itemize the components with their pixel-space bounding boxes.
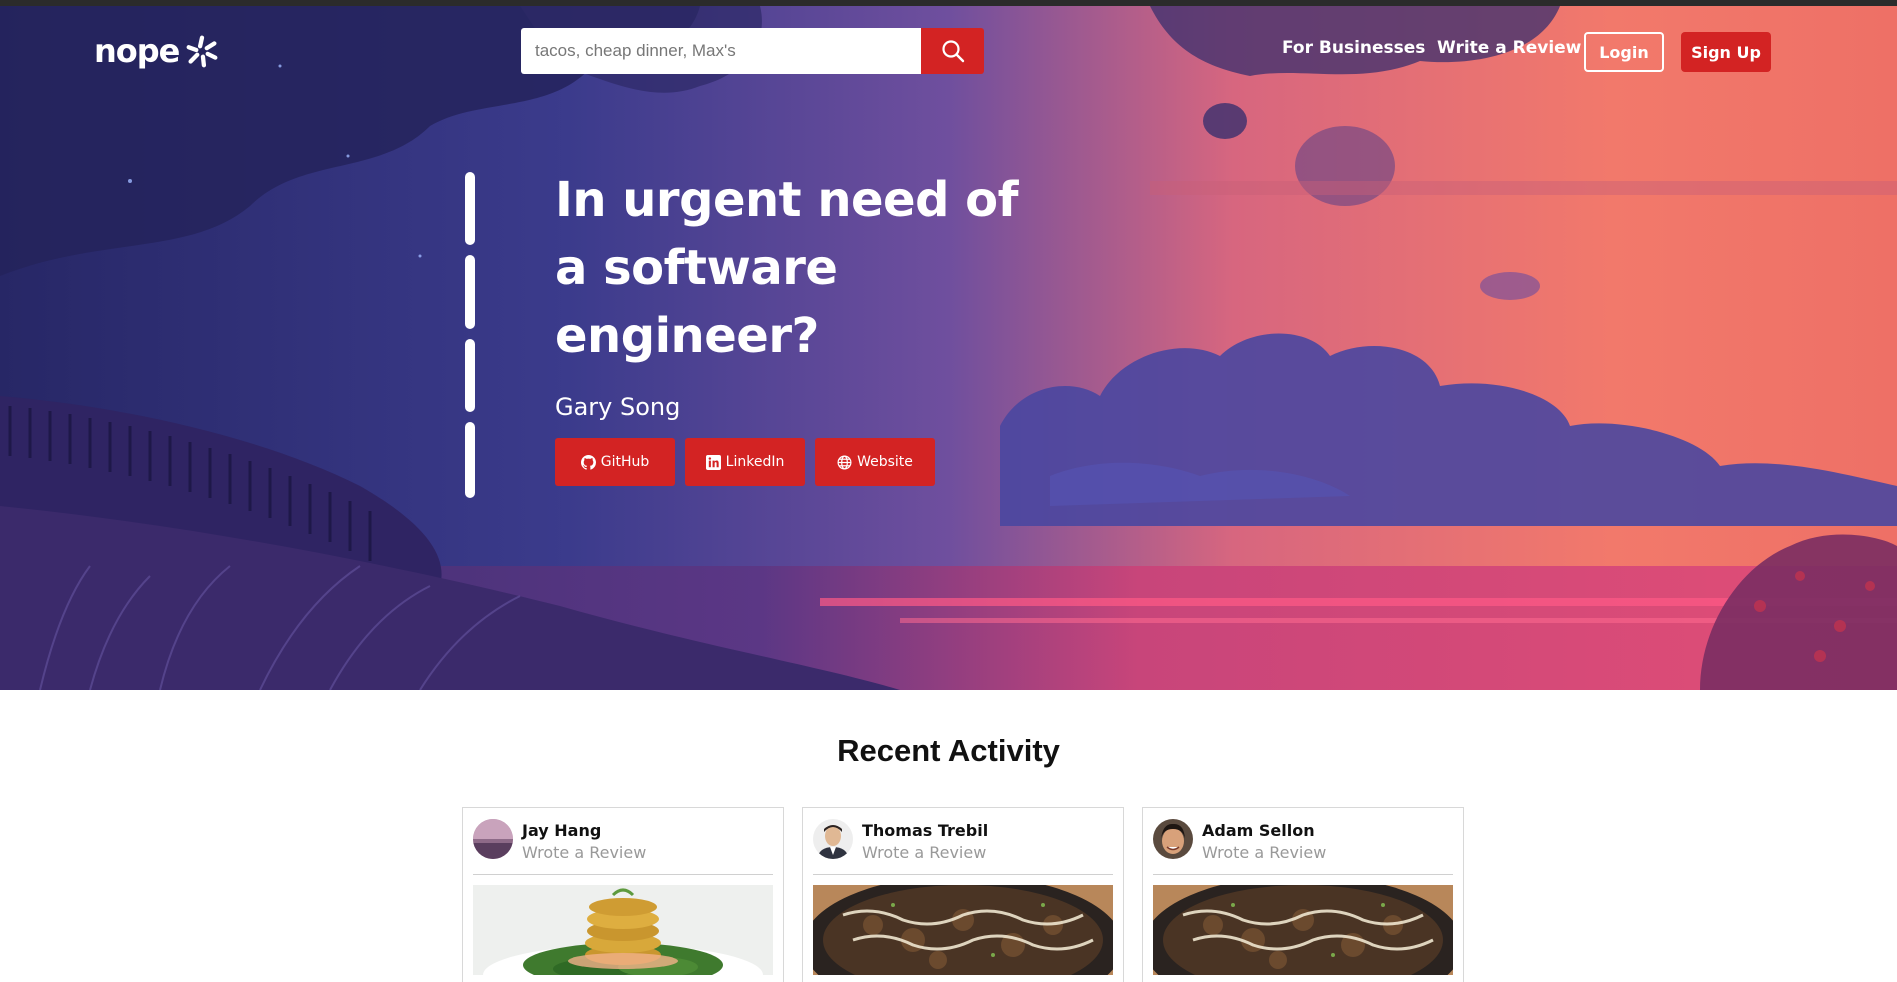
activity-card[interactable]: Jay Hang Wrote a Review <box>462 807 784 982</box>
divider <box>473 874 773 875</box>
avatar[interactable] <box>813 819 853 859</box>
logo-text: nope <box>94 32 180 70</box>
hero-author: Gary Song <box>555 393 681 421</box>
recent-activity-title: Recent Activity <box>837 733 1060 768</box>
review-photo[interactable] <box>473 885 773 975</box>
decorative-dash <box>465 422 475 498</box>
burst-icon <box>186 35 218 68</box>
hero-banner: nope For Businesses Write a Review Login… <box>0 6 1897 690</box>
activity-card[interactable]: Adam Sellon Wrote a Review <box>1142 807 1464 982</box>
website-label: Website <box>857 454 913 470</box>
globe-icon <box>837 455 852 469</box>
github-label: GitHub <box>600 454 650 470</box>
activity-action: Wrote a Review <box>1202 843 1327 862</box>
divider <box>1153 874 1453 875</box>
github-icon <box>580 454 596 470</box>
search-bar <box>521 28 984 74</box>
login-button[interactable]: Login <box>1584 32 1664 72</box>
decorative-dash <box>465 172 475 245</box>
linkedin-label: LinkedIn <box>725 454 785 470</box>
hero-headline: In urgent need of a software engineer? <box>555 172 1019 364</box>
review-photo[interactable] <box>813 885 1113 975</box>
github-button[interactable]: GitHub <box>555 438 675 486</box>
avatar-image <box>813 819 853 859</box>
linkedin-button[interactable]: LinkedIn <box>685 438 805 486</box>
search-input[interactable] <box>521 28 921 74</box>
avatar[interactable] <box>1153 819 1193 859</box>
nav-write-review[interactable]: Write a Review <box>1437 38 1581 58</box>
linkedin-icon <box>705 454 721 470</box>
reviewer-name[interactable]: Adam Sellon <box>1202 821 1315 840</box>
avatar-image <box>473 819 513 859</box>
reviewer-name[interactable]: Thomas Trebil <box>862 821 988 840</box>
review-photo[interactable] <box>1153 885 1453 975</box>
activity-card[interactable]: Thomas Trebil Wrote a Review <box>802 807 1124 982</box>
website-button[interactable]: Website <box>815 438 935 486</box>
divider <box>813 874 1113 875</box>
avatar[interactable] <box>473 819 513 859</box>
nav-for-businesses[interactable]: For Businesses <box>1282 38 1425 58</box>
reviewer-name[interactable]: Jay Hang <box>522 821 601 840</box>
search-icon <box>941 40 964 63</box>
signup-button[interactable]: Sign Up <box>1681 32 1771 72</box>
activity-action: Wrote a Review <box>522 843 647 862</box>
decorative-dash <box>465 339 475 412</box>
avatar-image <box>1153 819 1193 859</box>
decorative-dash <box>465 255 475 329</box>
search-button[interactable] <box>921 28 984 74</box>
nope-logo[interactable]: nope <box>94 32 221 70</box>
activity-action: Wrote a Review <box>862 843 987 862</box>
